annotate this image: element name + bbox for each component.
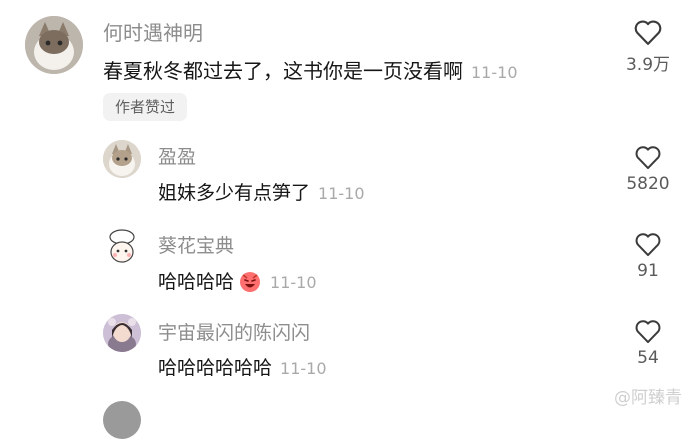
like-button[interactable]: 54 [612, 318, 684, 368]
comment-text: 春夏秋冬都过去了，这书你是一页没看啊 11-10 [103, 55, 518, 84]
comment-date: 11-10 [280, 359, 327, 378]
comment-text: 哈哈哈哈哈哈 11-10 [158, 353, 327, 380]
heart-icon [635, 146, 661, 170]
laughing-emoji-icon [238, 269, 262, 298]
like-button[interactable]: 91 [612, 231, 684, 281]
heart-icon [634, 20, 662, 45]
like-count: 5820 [626, 174, 670, 194]
avatar[interactable] [103, 227, 141, 265]
comment-item: 葵花宝典 哈哈哈哈 11-10 91 [0, 222, 690, 302]
heart-icon [635, 320, 661, 344]
comment-username[interactable]: 何时遇神明 [103, 17, 203, 46]
cat-avatar-icon [103, 140, 141, 178]
comment-body: 哈哈哈哈 [158, 271, 235, 293]
weibo-watermark: @阿臻青 [614, 388, 682, 408]
like-count: 91 [637, 261, 659, 281]
like-count: 3.9万 [625, 55, 671, 75]
comment-body: 哈哈哈哈哈哈 [158, 357, 273, 379]
comment-item: 盈盈 姐妹多少有点笋了 11-10 5820 [0, 135, 690, 215]
cartoon-chef-avatar-icon [103, 227, 141, 265]
heart-icon [635, 233, 661, 257]
comment-username[interactable]: 葵花宝典 [158, 231, 234, 258]
avatar[interactable] [103, 401, 141, 439]
comment-username[interactable]: 盈盈 [158, 142, 196, 169]
avatar[interactable] [103, 314, 141, 352]
comment-item: 何时遇神明 春夏秋冬都过去了，这书你是一页没看啊 11-10 作者赞过 3.9万 [0, 0, 690, 130]
comment-body: 姐妹多少有点笋了 [158, 182, 311, 204]
comment-text: 哈哈哈哈 11-10 [158, 267, 317, 298]
comment-username[interactable]: 宇宙最闪的陈闪闪 [158, 318, 310, 345]
cat-avatar-icon [25, 16, 83, 74]
avatar[interactable] [103, 140, 141, 178]
author-liked-badge: 作者赞过 [103, 93, 188, 121]
comment-text: 姐妹多少有点笋了 11-10 [158, 178, 365, 205]
comment-date: 11-10 [270, 273, 317, 292]
like-button[interactable]: 5820 [612, 144, 684, 194]
comment-date: 11-10 [318, 184, 365, 203]
like-count: 54 [637, 348, 659, 368]
comment-date: 11-10 [471, 63, 518, 82]
avatar[interactable] [25, 16, 83, 74]
girl-avatar-icon [103, 314, 141, 352]
comment-item: 宇宙最闪的陈闪闪 哈哈哈哈哈哈 11-10 54 [0, 310, 690, 390]
comment-body: 春夏秋冬都过去了，这书你是一页没看啊 [103, 59, 463, 83]
like-button[interactable]: 3.9万 [612, 18, 684, 75]
